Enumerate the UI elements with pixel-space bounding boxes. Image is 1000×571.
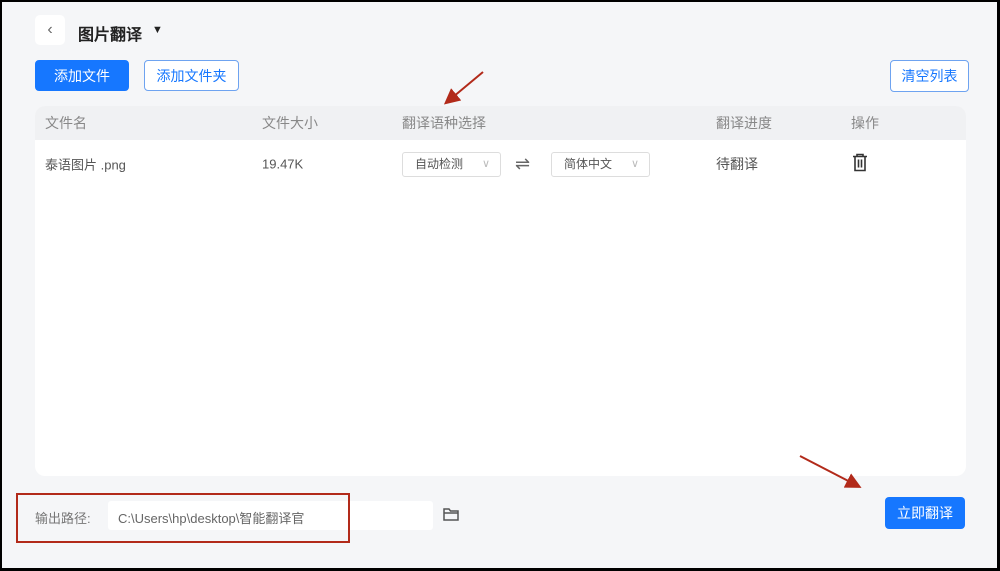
target-language-value: 简体中文 bbox=[564, 157, 613, 171]
file-size: 19.47K bbox=[262, 156, 304, 172]
chevron-left-icon: ‹ bbox=[47, 21, 53, 38]
file-table: 文件名 文件大小 翻译语种选择 翻译进度 操作 泰语图片 .png 19.47K… bbox=[35, 106, 966, 476]
page-title: 图片翻译 bbox=[78, 27, 143, 44]
clear-list-button[interactable]: 清空列表 bbox=[890, 60, 969, 92]
file-name: 泰语图片 .png bbox=[45, 157, 126, 173]
annotation-highlight-box bbox=[16, 493, 350, 543]
column-header-actions: 操作 bbox=[851, 115, 879, 131]
translation-status: 待翻译 bbox=[716, 156, 758, 172]
table-header: 文件名 文件大小 翻译语种选择 翻译进度 操作 bbox=[35, 106, 966, 140]
table-row: 泰语图片 .png 19.47K 自动检测 ∨ ⇌ 简体中文 ∨ 待翻译 bbox=[35, 140, 966, 188]
app-window: ‹ 图片翻译 ▼ 添加文件 添加文件夹 清空列表 文件名 文件大小 翻译语种选择… bbox=[2, 2, 997, 568]
column-header-language: 翻译语种选择 bbox=[402, 115, 486, 131]
add-file-button[interactable]: 添加文件 bbox=[35, 60, 129, 91]
swap-icon[interactable]: ⇌ bbox=[515, 154, 530, 175]
chevron-down-icon: ∨ bbox=[630, 158, 639, 170]
caret-down-icon[interactable]: ▼ bbox=[152, 24, 163, 36]
back-button[interactable]: ‹ bbox=[35, 15, 65, 45]
column-header-size: 文件大小 bbox=[262, 115, 318, 131]
column-header-name: 文件名 bbox=[45, 115, 87, 131]
translate-now-button[interactable]: 立即翻译 bbox=[885, 497, 965, 529]
column-header-progress: 翻译进度 bbox=[716, 115, 772, 131]
target-language-select[interactable]: 简体中文 ∨ bbox=[551, 152, 650, 177]
folder-icon[interactable] bbox=[443, 507, 459, 526]
add-folder-button[interactable]: 添加文件夹 bbox=[144, 60, 239, 91]
chevron-down-icon: ∨ bbox=[481, 158, 490, 170]
source-language-value: 自动检测 bbox=[415, 157, 464, 171]
source-language-select[interactable]: 自动检测 ∨ bbox=[402, 152, 501, 177]
trash-icon[interactable] bbox=[852, 153, 868, 175]
